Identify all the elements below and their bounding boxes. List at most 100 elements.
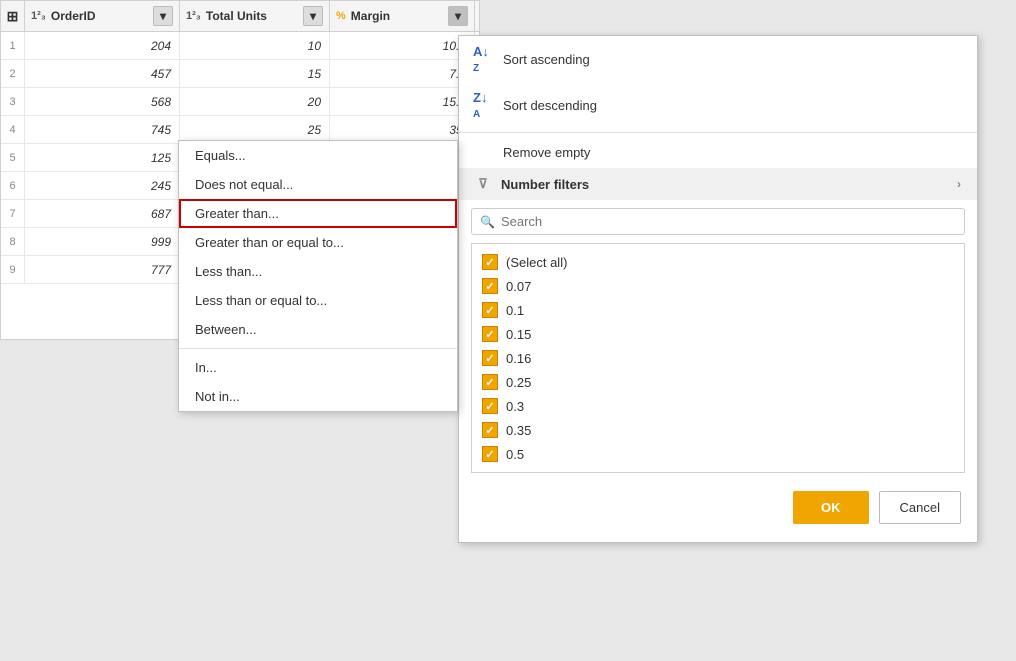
checkbox-select-all-box[interactable]: [482, 254, 498, 270]
sort-ascending-label: Sort ascending: [503, 52, 590, 67]
sort-descending-label: Sort descending: [503, 98, 597, 113]
row-num-cell: 8: [1, 228, 25, 255]
order-id-cell: 245: [25, 172, 180, 199]
row-num-cell: 7: [1, 200, 25, 227]
total-units-dropdown[interactable]: ▾: [303, 6, 323, 26]
menu-item-greater-equal[interactable]: Greater than or equal to...: [179, 228, 457, 257]
order-id-cell: 777: [25, 256, 180, 283]
row-num-cell: 5: [1, 144, 25, 171]
checkbox-0-35-box[interactable]: [482, 422, 498, 438]
checkbox-0-3[interactable]: 0.3: [472, 394, 964, 418]
dialog-buttons: OK Cancel: [459, 479, 977, 532]
sort-descending-item[interactable]: Z↓A Sort descending: [459, 82, 977, 128]
checkbox-0-07-box[interactable]: [482, 278, 498, 294]
total-units-cell: 25: [180, 116, 330, 143]
order-id-header: 1²₃ OrderID ▾: [25, 1, 180, 31]
checkbox-0-15[interactable]: 0.15: [472, 322, 964, 346]
checkbox-0-15-box[interactable]: [482, 326, 498, 342]
checkbox-list: (Select all) 0.07 0.1 0.15 0.16 0.25 0.3: [471, 243, 965, 473]
total-units-cell: 15: [180, 60, 330, 87]
checkbox-0-35-label: 0.35: [506, 423, 531, 438]
margin-cell: 15.0: [330, 88, 475, 115]
checkbox-0-1-label: 0.1: [506, 303, 524, 318]
menu-item-less-equal[interactable]: Less than or equal to...: [179, 286, 457, 315]
row-num-cell: 4: [1, 116, 25, 143]
checkbox-0-35[interactable]: 0.35: [472, 418, 964, 442]
order-id-cell: 457: [25, 60, 180, 87]
order-id-dropdown[interactable]: ▾: [153, 6, 173, 26]
checkbox-0-3-box[interactable]: [482, 398, 498, 414]
table-header: ⊞ 1²₃ OrderID ▾ 1²₃ Total Units ▾ % Marg…: [1, 1, 479, 32]
filter-panel: A↓Z Sort ascending Z↓A Sort descending R…: [458, 35, 978, 543]
checkbox-select-all[interactable]: (Select all): [472, 250, 964, 274]
filter-divider: [459, 132, 977, 133]
order-id-cell: 687: [25, 200, 180, 227]
menu-item-not-in[interactable]: Not in...: [179, 382, 457, 411]
menu-item-not-equal[interactable]: Does not equal...: [179, 170, 457, 199]
checkbox-0-25-box[interactable]: [482, 374, 498, 390]
row-num-header: ⊞: [1, 1, 25, 31]
order-id-type-icon: 1²₃: [31, 10, 46, 22]
chevron-right-icon: ›: [957, 177, 961, 191]
table-row: 1 204 10 10.0: [1, 32, 479, 60]
menu-item-greater-than[interactable]: Greater than...: [179, 199, 457, 228]
margin-dropdown[interactable]: ▾: [448, 6, 468, 26]
order-id-cell: 568: [25, 88, 180, 115]
row-num-cell: 6: [1, 172, 25, 199]
total-units-type-icon: 1²₃: [186, 10, 201, 22]
checkbox-0-5[interactable]: 0.5: [472, 442, 964, 466]
table-grid-icon: ⊞: [7, 8, 19, 25]
checkbox-0-15-label: 0.15: [506, 327, 531, 342]
total-units-header: 1²₃ Total Units ▾: [180, 1, 330, 31]
menu-item-in[interactable]: In...: [179, 353, 457, 382]
number-filters-item[interactable]: ⊽ Number filters ›: [459, 168, 977, 200]
checkbox-0-16[interactable]: 0.16: [472, 346, 964, 370]
total-units-cell: 20: [180, 88, 330, 115]
remove-empty-label: Remove empty: [503, 145, 590, 160]
menu-item-equals[interactable]: Equals...: [179, 141, 457, 170]
checkbox-0-07[interactable]: 0.07: [472, 274, 964, 298]
row-num-cell: 9: [1, 256, 25, 283]
checkbox-0-16-label: 0.16: [506, 351, 531, 366]
sort-ascending-item[interactable]: A↓Z Sort ascending: [459, 36, 977, 82]
order-id-cell: 204: [25, 32, 180, 59]
checkbox-0-1-box[interactable]: [482, 302, 498, 318]
order-id-cell: 999: [25, 228, 180, 255]
order-id-cell: 125: [25, 144, 180, 171]
total-units-cell: 10: [180, 32, 330, 59]
margin-cell: 10.0: [330, 32, 475, 59]
total-units-label: Total Units: [206, 9, 299, 23]
ok-button[interactable]: OK: [793, 491, 869, 524]
margin-cell: 7.0: [330, 60, 475, 87]
cancel-button[interactable]: Cancel: [879, 491, 961, 524]
table-row: 2 457 15 7.0: [1, 60, 479, 88]
search-input[interactable]: [501, 214, 956, 229]
table-row: 3 568 20 15.0: [1, 88, 479, 116]
remove-empty-item[interactable]: Remove empty: [459, 137, 977, 168]
context-menu: Equals... Does not equal... Greater than…: [178, 140, 458, 412]
order-id-label: OrderID: [51, 9, 149, 23]
order-id-cell: 745: [25, 116, 180, 143]
number-filters-label: Number filters: [501, 177, 589, 192]
margin-header: % Margin ▾: [330, 1, 475, 31]
search-icon: 🔍: [480, 215, 495, 229]
menu-item-less-than[interactable]: Less than...: [179, 257, 457, 286]
checkbox-0-25[interactable]: 0.25: [472, 370, 964, 394]
checkbox-0-5-box[interactable]: [482, 446, 498, 462]
margin-type-icon: %: [336, 10, 346, 22]
checkbox-0-3-label: 0.3: [506, 399, 524, 414]
menu-item-between[interactable]: Between...: [179, 315, 457, 344]
sort-ascending-icon: A↓Z: [473, 44, 493, 74]
margin-cell: 35.: [330, 116, 475, 143]
checkbox-0-25-label: 0.25: [506, 375, 531, 390]
checkbox-0-1[interactable]: 0.1: [472, 298, 964, 322]
search-box: 🔍: [471, 208, 965, 235]
checkbox-0-5-label: 0.5: [506, 447, 524, 462]
row-num-cell: 3: [1, 88, 25, 115]
filter-funnel-icon: ⊽: [475, 176, 491, 192]
row-num-cell: 1: [1, 32, 25, 59]
checkbox-select-all-label: (Select all): [506, 255, 567, 270]
sort-descending-icon: Z↓A: [473, 90, 493, 120]
checkbox-0-16-box[interactable]: [482, 350, 498, 366]
row-num-cell: 2: [1, 60, 25, 87]
